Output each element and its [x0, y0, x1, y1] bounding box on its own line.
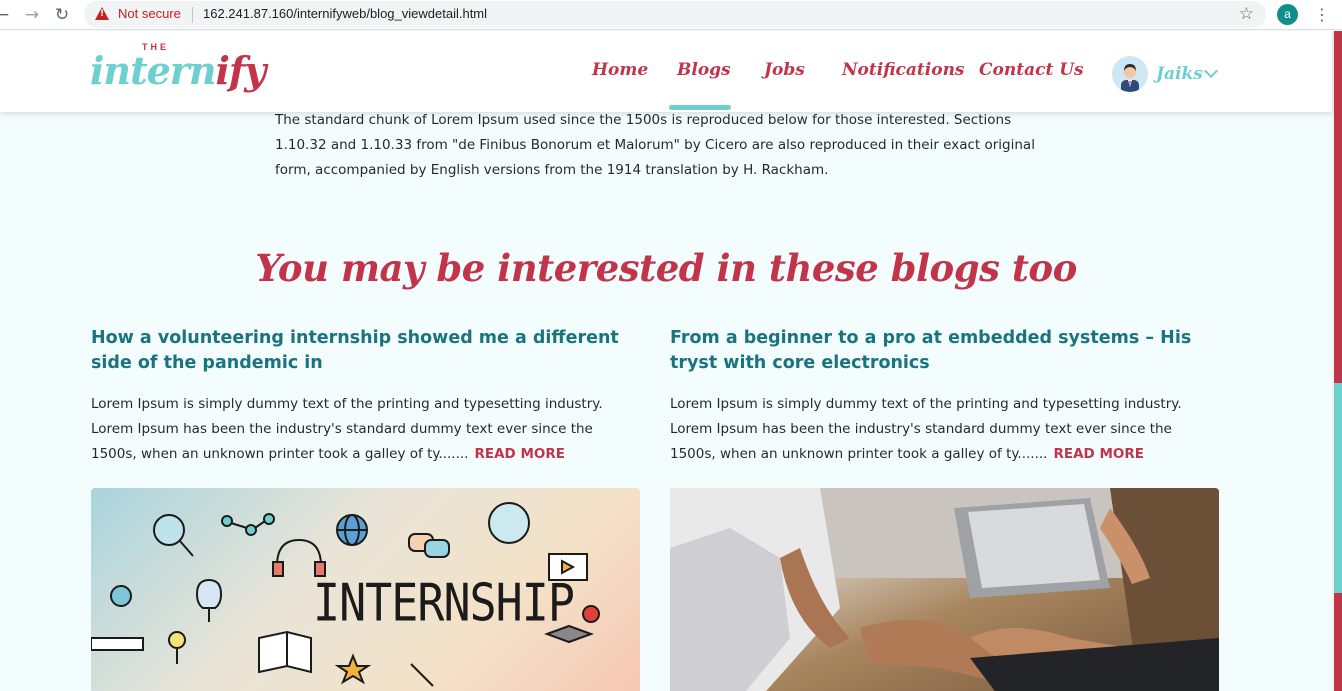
address-bar[interactable]: Not secure 162.241.87.160/internifyweb/b…	[84, 1, 1266, 28]
url-text[interactable]: 162.241.87.160/internifyweb/blog_viewdet…	[203, 6, 487, 21]
nav-item-contact-us[interactable]: Contact Us	[979, 60, 1084, 80]
internify-logo[interactable]: THE internify	[90, 42, 266, 102]
scrollbar-thumb[interactable]	[1334, 383, 1342, 593]
nav-item-notifications[interactable]: Notifications	[842, 60, 965, 80]
related-blogs-heading: You may be interested in these blogs too	[255, 246, 1077, 290]
logo-wordmark: internify	[90, 48, 266, 93]
intro-paragraph: The standard chunk of Lorem Ipsum used s…	[275, 112, 1035, 178]
address-divider	[192, 7, 193, 23]
nav-item-blogs[interactable]: Blogs	[677, 60, 731, 80]
blog-card-excerpt: Lorem Ipsum is simply dummy text of the …	[670, 392, 1220, 467]
handshake-scene	[670, 488, 1219, 691]
chevron-down-icon[interactable]	[1203, 63, 1219, 79]
read-more-link[interactable]: READ MORE	[1053, 446, 1144, 462]
nav-item-home[interactable]: Home	[592, 60, 648, 80]
reload-icon[interactable]: ↻	[52, 5, 72, 25]
internship-image-text: INTERNSHIP	[313, 572, 575, 633]
back-icon[interactable]: ←	[0, 5, 12, 25]
warning-icon	[95, 7, 109, 20]
blog-card-title[interactable]: How a volunteering internship showed me …	[91, 326, 641, 376]
logo-intern-text: intern	[90, 48, 216, 93]
user-avatar-icon	[1112, 56, 1148, 92]
internship-illustration-image[interactable]: INTERNSHIP	[91, 488, 640, 691]
read-more-link[interactable]: READ MORE	[474, 446, 565, 462]
blog-card-title[interactable]: From a beginner to a pro at embedded sys…	[670, 326, 1220, 376]
user-name[interactable]: Jaiks	[1156, 64, 1203, 84]
active-nav-indicator	[669, 105, 731, 110]
user-avatar[interactable]	[1112, 56, 1148, 92]
scrollbar-track-bottom	[1334, 593, 1342, 691]
handshake-photo-image[interactable]	[670, 488, 1219, 691]
blog-card: From a beginner to a pro at embedded sys…	[670, 326, 1220, 691]
site-header: THE internify Home Blogs Jobs Notificati…	[0, 31, 1332, 112]
browser-toolbar: ← → ↻ Not secure 162.241.87.160/internif…	[0, 0, 1342, 30]
bookmark-star-icon[interactable]: ☆	[1239, 4, 1254, 24]
blog-card-excerpt: Lorem Ipsum is simply dummy text of the …	[91, 392, 641, 467]
forward-icon[interactable]: →	[22, 5, 42, 25]
nav-item-jobs[interactable]: Jobs	[764, 60, 805, 80]
logo-ify-text: ify	[215, 48, 266, 93]
scrollbar-track-top	[1334, 31, 1342, 383]
blog-card: How a volunteering internship showed me …	[91, 326, 641, 691]
security-status[interactable]: Not secure	[118, 6, 181, 21]
browser-profile-avatar[interactable]: a	[1277, 4, 1298, 25]
browser-menu-icon[interactable]: ⋮	[1314, 5, 1330, 25]
